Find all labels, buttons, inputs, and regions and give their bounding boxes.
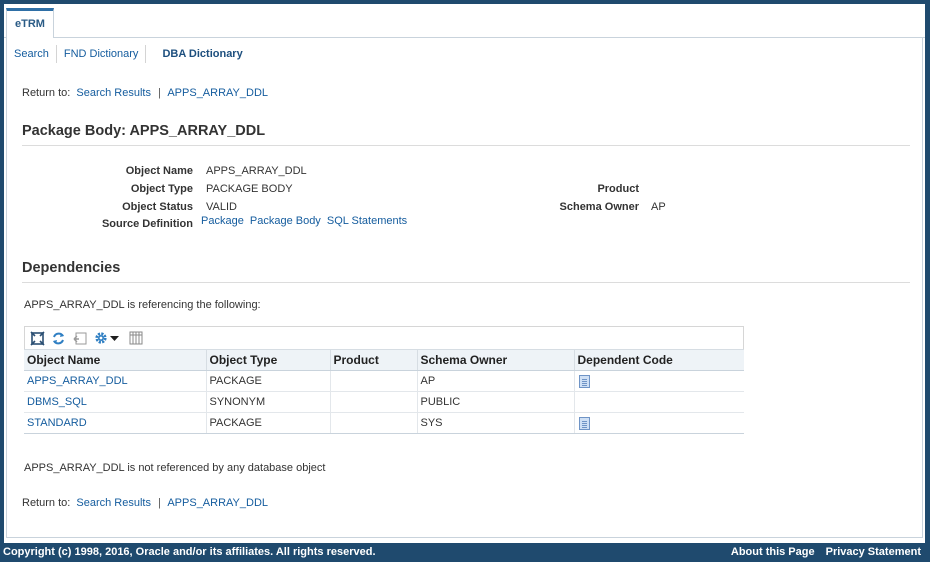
- object-name-value: APPS_ARRAY_DDL: [206, 165, 307, 177]
- copyright-text: Copyright (c) 1998, 2016, Oracle and/or …: [3, 546, 376, 558]
- source-definition-label: Source Definition: [101, 218, 193, 230]
- object-link[interactable]: APPS_ARRAY_DDL: [167, 87, 268, 99]
- source-sql-statements-link[interactable]: SQL Statements: [327, 215, 407, 227]
- dropdown-icon[interactable]: [110, 334, 119, 343]
- schema-owner-label: Schema Owner: [559, 201, 639, 213]
- column-header-dependent-code[interactable]: Dependent Code: [574, 349, 744, 371]
- table-row: STANDARD PACKAGE SYS: [24, 412, 744, 434]
- object-type-value: PACKAGE BODY: [206, 183, 293, 195]
- footer-links: About this Page Privacy Statement: [731, 546, 921, 558]
- breadcrumb-separator: |: [158, 497, 161, 509]
- table-row: DBMS_SQL SYNONYM PUBLIC: [24, 391, 744, 413]
- object-type-cell: PACKAGE: [206, 412, 331, 434]
- column-header-product[interactable]: Product: [330, 349, 418, 371]
- object-type-cell: PACKAGE: [206, 370, 331, 392]
- return-to-bottom: Return to: Search Results | APPS_ARRAY_D…: [22, 497, 268, 509]
- reset-icon[interactable]: [72, 331, 87, 346]
- product-label: Product: [597, 183, 639, 195]
- referencing-text: APPS_ARRAY_DDL is referencing the follow…: [24, 299, 261, 311]
- page-title: Package Body: APPS_ARRAY_DDL: [22, 123, 910, 146]
- main-content: Search FND Dictionary DBA Dictionary Ret…: [6, 38, 923, 538]
- detach-icon[interactable]: [30, 330, 45, 346]
- subnav-fnd-dictionary-link[interactable]: FND Dictionary: [57, 48, 146, 60]
- object-status-value: VALID: [206, 201, 237, 213]
- about-page-link[interactable]: About this Page: [731, 546, 815, 558]
- document-icon[interactable]: [578, 374, 590, 388]
- return-to-label: Return to:: [22, 87, 71, 99]
- table-header-row: Object Name Object Type Product Schema O…: [24, 349, 744, 371]
- object-status-label: Object Status: [122, 201, 193, 213]
- app-frame: eTRM Search FND Dictionary DBA Dictionar…: [4, 4, 925, 543]
- columns-icon[interactable]: [129, 331, 143, 345]
- column-header-schema-owner[interactable]: Schema Owner: [417, 349, 575, 371]
- dependencies-table: Object Name Object Type Product Schema O…: [24, 349, 744, 434]
- source-definition-links: Package Package Body SQL Statements: [201, 215, 407, 227]
- tab-etrm[interactable]: eTRM: [6, 8, 54, 39]
- search-results-link[interactable]: Search Results: [76, 497, 151, 509]
- settings-icon[interactable]: [93, 330, 109, 346]
- dependent-code-cell: [574, 370, 744, 392]
- column-header-object-type[interactable]: Object Type: [206, 349, 331, 371]
- object-type-cell: SYNONYM: [206, 391, 331, 413]
- object-name-link[interactable]: DBMS_SQL: [27, 396, 87, 408]
- product-cell: [330, 370, 418, 392]
- product-cell: [330, 412, 418, 434]
- privacy-statement-link[interactable]: Privacy Statement: [826, 546, 921, 558]
- not-referenced-text: APPS_ARRAY_DDL is not referenced by any …: [24, 462, 326, 474]
- object-name-label: Object Name: [125, 165, 193, 177]
- return-to-label: Return to:: [22, 497, 71, 509]
- schema-owner-cell: SYS: [417, 412, 575, 434]
- table-row: APPS_ARRAY_DDL PACKAGE AP: [24, 370, 744, 392]
- product-cell: [330, 391, 418, 413]
- object-link[interactable]: APPS_ARRAY_DDL: [167, 497, 268, 509]
- dependent-code-cell: [574, 412, 744, 434]
- tab-bar: eTRM: [4, 4, 925, 39]
- document-icon[interactable]: [578, 416, 590, 430]
- dependencies-heading: Dependencies: [22, 260, 910, 283]
- subnav-dba-dictionary-link[interactable]: DBA Dictionary: [146, 48, 249, 60]
- refresh-icon[interactable]: [51, 331, 66, 346]
- dependent-code-cell: [574, 391, 744, 413]
- sub-navigation: Search FND Dictionary DBA Dictionary: [14, 44, 250, 64]
- object-type-label: Object Type: [130, 183, 193, 195]
- object-name-link[interactable]: APPS_ARRAY_DDL: [27, 375, 128, 387]
- schema-owner-cell: PUBLIC: [417, 391, 575, 413]
- breadcrumb-separator: |: [158, 87, 161, 99]
- source-package-body-link[interactable]: Package Body: [250, 215, 321, 227]
- subnav-search-link[interactable]: Search: [14, 48, 56, 60]
- search-results-link[interactable]: Search Results: [76, 87, 151, 99]
- source-package-link[interactable]: Package: [201, 215, 244, 227]
- footer: Copyright (c) 1998, 2016, Oracle and/or …: [0, 543, 930, 562]
- column-header-object-name[interactable]: Object Name: [24, 349, 207, 371]
- object-name-link[interactable]: STANDARD: [27, 417, 87, 429]
- table-toolbar: [24, 326, 744, 350]
- schema-owner-cell: AP: [417, 370, 575, 392]
- return-to-top: Return to: Search Results | APPS_ARRAY_D…: [22, 87, 268, 99]
- schema-owner-value: AP: [651, 201, 666, 213]
